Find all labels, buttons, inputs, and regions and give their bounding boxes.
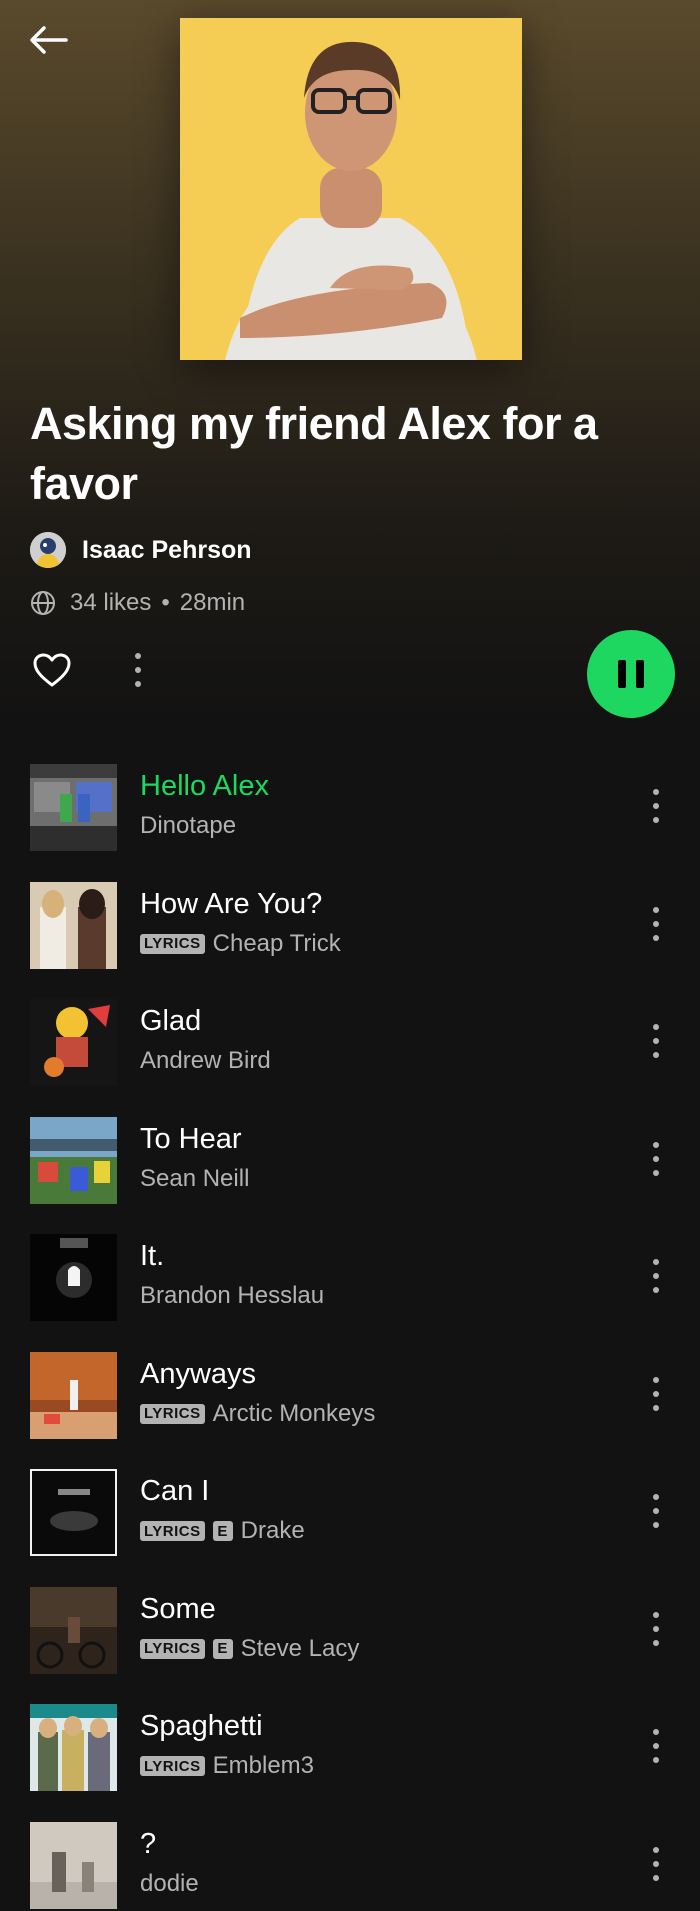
track-row[interactable]: Anyways LYRICS Arctic Monkeys [0,1344,700,1462]
track-artist: Arctic Monkeys [212,1399,376,1427]
album-art [30,1234,117,1321]
track-more-button[interactable] [644,1137,668,1181]
more-vertical-icon [653,906,659,941]
track-more-button[interactable] [644,902,668,946]
track-subtitle: dodie [140,1869,199,1899]
track-subtitle: LYRICS E Steve Lacy [140,1634,359,1664]
more-vertical-icon [653,1729,659,1763]
back-button[interactable] [24,18,72,62]
lyrics-badge: LYRICS [140,1756,205,1776]
track-artist: Sean Neill [140,1164,250,1192]
album-art [30,1704,117,1791]
explicit-badge: E [212,1638,233,1659]
track-title: Hello Alex [140,770,269,802]
track-more-button[interactable] [644,1607,668,1651]
lyrics-badge: LYRICS [140,933,205,954]
playlist-title: Asking my friend Alex for a favor [30,398,598,509]
album-art [30,1116,117,1204]
track-row[interactable]: To Hear Sean Neill [0,1109,700,1227]
more-vertical-icon [653,1024,659,1058]
track-more-button[interactable] [644,1254,668,1298]
track-artist: dodie [140,1869,199,1897]
track-artist: Steve Lacy [240,1634,360,1662]
lyrics-badge: LYRICS [140,1638,205,1659]
more-vertical-icon [653,1376,659,1411]
more-vertical-icon [653,1141,659,1176]
meta-separator: • [161,589,170,616]
like-button[interactable] [30,648,74,692]
track-artist: Drake [240,1517,305,1544]
track-artist: Andrew Bird [140,1047,271,1074]
track-title: Glad [140,1005,202,1037]
track-more-button[interactable] [644,1019,668,1063]
track-artist: Brandon Hesslau [140,1282,325,1309]
track-row[interactable]: Can I LYRICS E Drake [0,1461,700,1579]
track-artist: Cheap Trick [212,929,341,957]
album-art [30,1586,117,1674]
track-more-button[interactable] [644,1724,668,1768]
playlist-cover [180,18,522,360]
playlist-page: Asking my friend Alex for a favor Isaac … [0,0,700,1911]
arrow-left-icon [30,26,68,54]
track-subtitle: Sean Neill [140,1164,249,1194]
more-vertical-icon [135,653,141,687]
track-title: ? [140,1827,157,1860]
track-artist: Dinotape [140,812,237,839]
lyrics-badge: LYRICS [140,1521,205,1541]
track-more-button[interactable] [644,1842,668,1886]
track-subtitle: Andrew Bird [140,1046,271,1076]
more-vertical-icon [653,1611,659,1646]
album-art [30,1469,117,1556]
owner-name[interactable]: Isaac Pehrson [82,536,252,565]
track-title: How Are You? [140,887,323,920]
album-art [30,1351,117,1439]
track-title: To Hear [140,1122,242,1155]
pause-button[interactable] [587,630,675,718]
likes-count: 34 likes [70,589,152,616]
album-art [30,764,117,851]
track-title: Anyways [140,1357,257,1390]
track-subtitle: LYRICS Emblem3 [140,1751,314,1781]
track-title: It. [140,1240,165,1272]
album-art [30,999,117,1086]
track-row[interactable]: Some LYRICS E Steve Lacy [0,1579,700,1697]
lyrics-badge: LYRICS [140,1403,205,1424]
track-row[interactable]: It. Brandon Hesslau [0,1226,700,1344]
playlist-meta: 34 likes • 28min [30,586,245,620]
more-vertical-icon [653,789,659,823]
track-title: Spaghetti [140,1710,263,1742]
more-vertical-icon [653,1259,659,1293]
track-artist: Emblem3 [212,1752,315,1779]
album-art [30,881,117,969]
track-more-button[interactable] [644,1489,668,1533]
more-vertical-icon [653,1494,659,1528]
track-subtitle: LYRICS Arctic Monkeys [140,1399,375,1429]
pause-icon [618,660,644,688]
album-art [30,1821,117,1909]
track-list: Hello Alex Dinotape How Are You? LYRICS … [0,756,700,1911]
playlist-duration: 28min [179,589,246,616]
track-title: Can I [140,1475,210,1507]
track-row[interactable]: Hello Alex Dinotape [0,756,700,874]
playlist-more-button[interactable] [126,648,150,692]
track-row[interactable]: Spaghetti LYRICS Emblem3 [0,1696,700,1814]
heart-outline-icon [33,653,71,687]
track-more-button[interactable] [644,784,668,828]
track-row[interactable]: Glad Andrew Bird [0,991,700,1109]
track-subtitle: LYRICS E Drake [140,1516,305,1546]
more-vertical-icon [653,1846,659,1881]
track-title: Some [140,1592,216,1625]
explicit-badge: E [212,1521,233,1541]
owner-avatar[interactable] [30,532,66,568]
track-row[interactable]: ? dodie [0,1814,700,1911]
owner-row[interactable]: Isaac Pehrson [30,530,252,570]
track-row[interactable]: How Are You? LYRICS Cheap Trick [0,874,700,992]
globe-icon [31,591,55,615]
track-more-button[interactable] [644,1372,668,1416]
track-subtitle: Dinotape [140,811,236,841]
track-subtitle: LYRICS Cheap Trick [140,929,341,959]
track-subtitle: Brandon Hesslau [140,1281,324,1311]
